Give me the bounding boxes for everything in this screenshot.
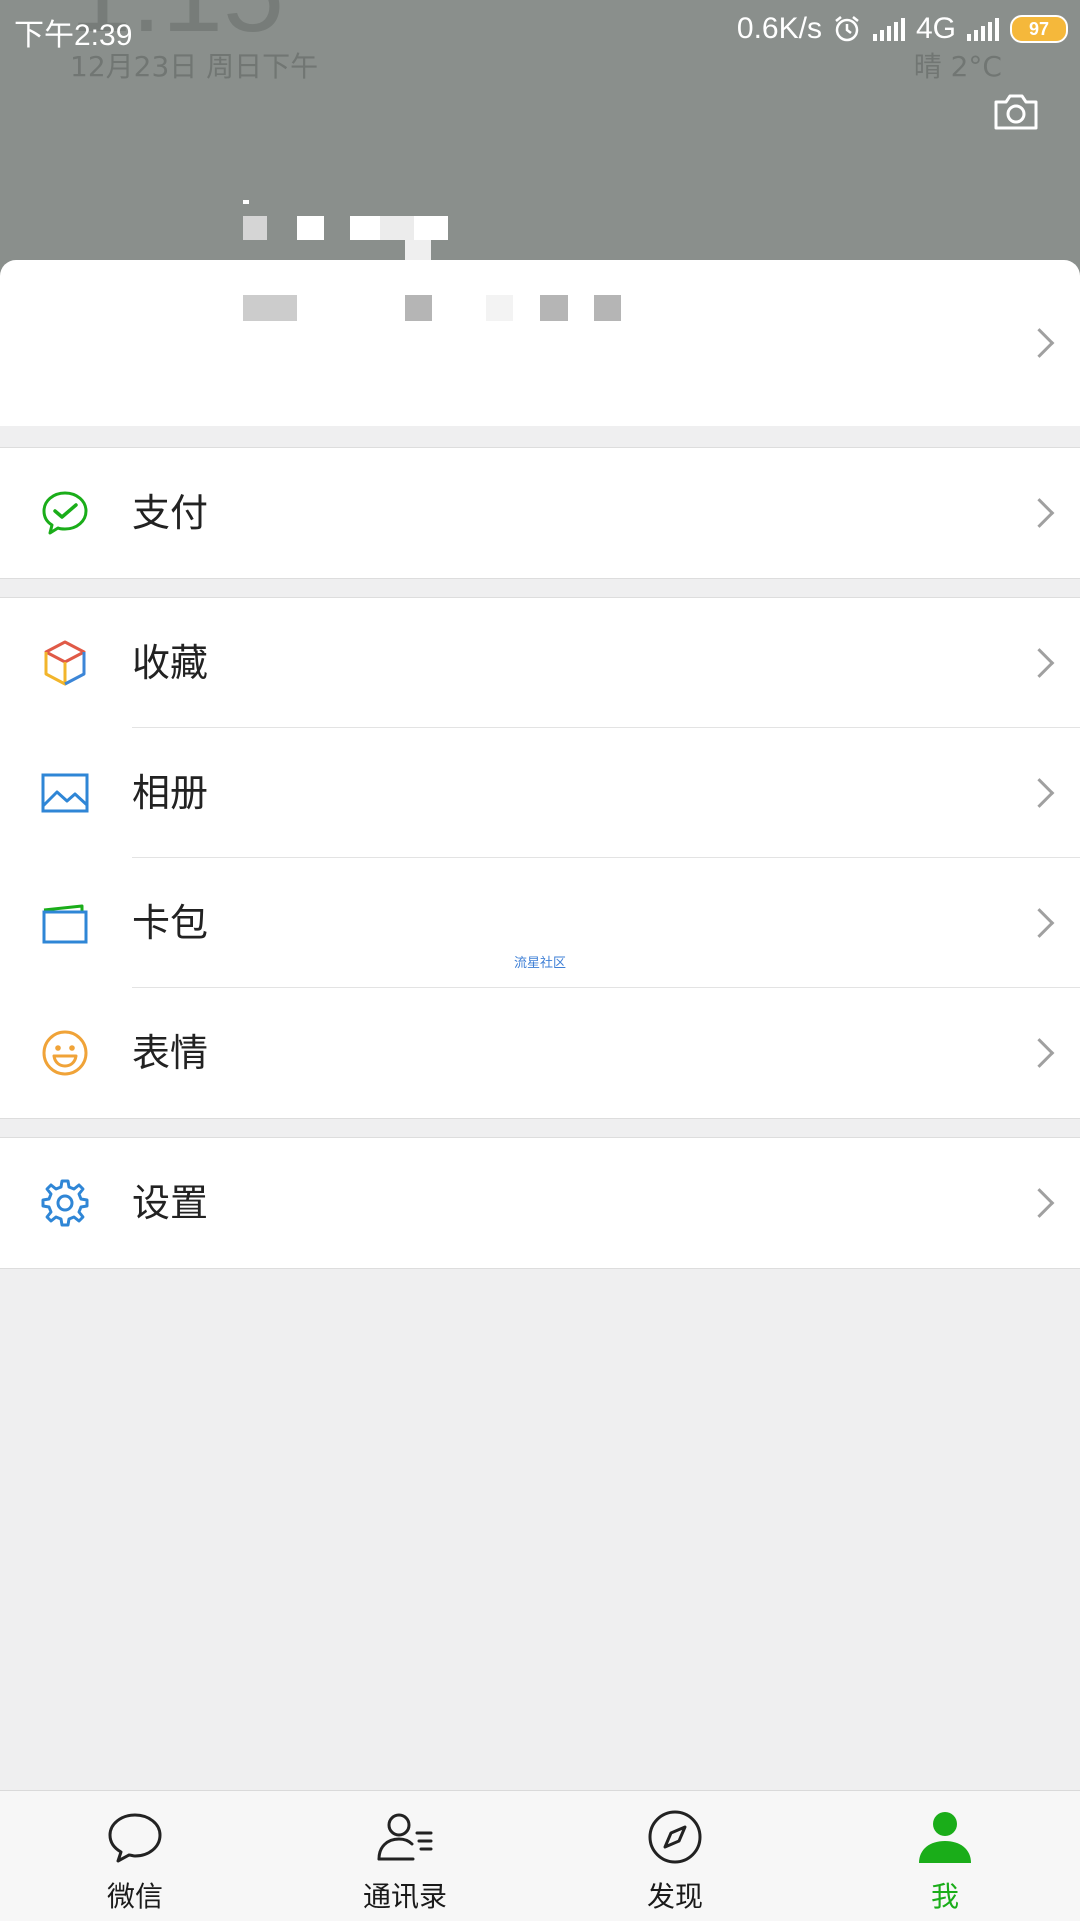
section-settings: 设置 bbox=[0, 1137, 1080, 1269]
sticker-smile-icon bbox=[42, 1030, 88, 1076]
pay-icon bbox=[42, 491, 88, 535]
profile-card[interactable] bbox=[0, 260, 1080, 426]
menu-item-stickers[interactable]: 表情 bbox=[0, 988, 1080, 1118]
gear-icon bbox=[41, 1179, 89, 1227]
menu-label-stickers: 表情 bbox=[132, 1031, 209, 1075]
tab-chats[interactable]: 微信 bbox=[0, 1791, 270, 1921]
watermark-text: 流星社区 bbox=[514, 956, 567, 971]
menu-label-album: 相册 bbox=[132, 771, 209, 815]
chevron-right-icon bbox=[1024, 778, 1055, 808]
tab-discover[interactable]: 发现 bbox=[540, 1791, 810, 1921]
album-icon bbox=[41, 773, 89, 813]
network-type: 4G bbox=[915, 12, 956, 45]
profile-name-pixelated bbox=[240, 200, 480, 266]
menu-label-cards: 卡包 bbox=[132, 901, 209, 945]
menu-item-album[interactable]: 相册 bbox=[0, 728, 1080, 858]
tab-label: 发现 bbox=[646, 1880, 703, 1913]
battery-icon: 97 bbox=[1010, 15, 1068, 43]
chevron-right-icon bbox=[1024, 328, 1055, 358]
tab-label: 我 bbox=[930, 1880, 959, 1913]
bottom-tab-bar: 微信 通讯录 发现 我 bbox=[0, 1790, 1080, 1921]
person-icon bbox=[919, 1812, 971, 1863]
chevron-right-icon bbox=[1024, 1188, 1055, 1218]
profile-id-pixelated bbox=[240, 295, 640, 325]
section-main: 收藏 相册 卡包 表情 bbox=[0, 597, 1080, 1119]
contacts-icon bbox=[377, 1813, 433, 1861]
tab-contacts[interactable]: 通讯录 bbox=[270, 1791, 540, 1921]
chevron-right-icon bbox=[1024, 498, 1055, 528]
lockscreen-weather-ghost: 晴 2°C bbox=[913, 50, 1002, 83]
chevron-right-icon bbox=[1024, 648, 1055, 678]
favorites-cube-icon bbox=[44, 640, 86, 686]
alarm-icon bbox=[835, 16, 859, 42]
menu-item-favorites[interactable]: 收藏 bbox=[0, 598, 1080, 728]
signal-icon bbox=[872, 18, 905, 41]
card-wallet-icon bbox=[42, 904, 88, 944]
profile-cover[interactable]: 1:15 12月23日 周日下午 晴 2°C 下午2:39 0.6K/s 4G … bbox=[0, 0, 1080, 300]
section-pay: 支付 bbox=[0, 447, 1080, 579]
chevron-right-icon bbox=[1024, 908, 1055, 938]
status-time: 下午2:39 bbox=[14, 19, 133, 52]
network-speed: 0.6K/s bbox=[736, 12, 822, 45]
menu-item-pay[interactable]: 支付 bbox=[0, 448, 1080, 578]
menu-label-favorites: 收藏 bbox=[132, 641, 209, 685]
signal-icon-2 bbox=[967, 18, 999, 41]
menu-item-settings[interactable]: 设置 bbox=[0, 1138, 1080, 1268]
chevron-right-icon bbox=[1024, 1038, 1055, 1068]
chat-bubble-icon bbox=[108, 1813, 162, 1863]
compass-icon bbox=[648, 1810, 702, 1864]
menu-label-pay: 支付 bbox=[132, 491, 209, 535]
menu-label-settings: 设置 bbox=[132, 1181, 209, 1225]
tab-label: 微信 bbox=[106, 1880, 163, 1913]
tab-label: 通讯录 bbox=[362, 1880, 447, 1913]
status-icons: 0.6K/s 4G 97 bbox=[737, 10, 1068, 48]
camera-icon[interactable] bbox=[990, 86, 1042, 138]
tab-me[interactable]: 我 bbox=[810, 1791, 1080, 1921]
